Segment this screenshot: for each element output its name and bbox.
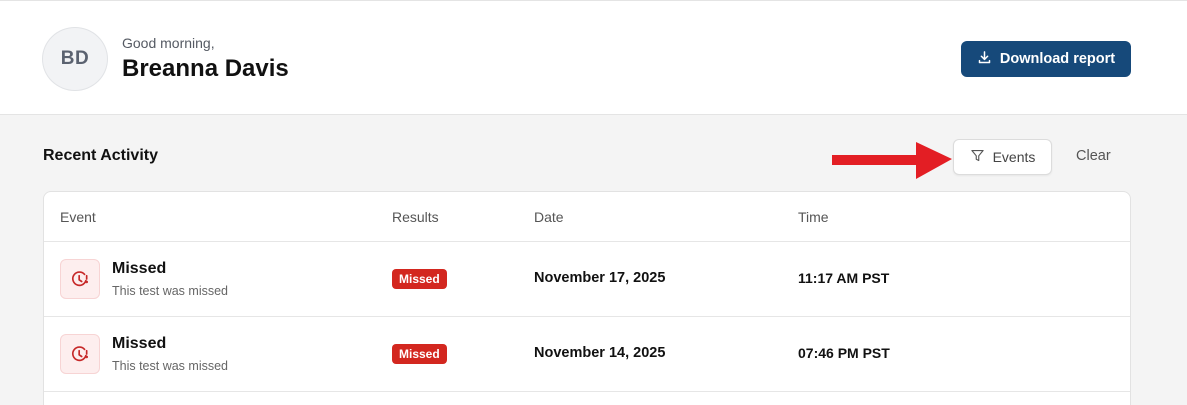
filter-icon	[970, 148, 985, 166]
clock-alert-icon	[60, 334, 100, 374]
event-date: November 14, 2025	[534, 345, 666, 361]
download-report-label: Download report	[999, 51, 1116, 67]
user-name: Breanna Davis	[122, 55, 289, 82]
greeting-text: Good morning,	[122, 35, 215, 51]
column-header-event: Event	[60, 209, 96, 225]
avatar: BD	[42, 27, 108, 91]
status-badge: Missed	[392, 344, 447, 364]
event-time: 11:17 AM PST	[798, 270, 890, 286]
events-filter-button[interactable]: Events	[953, 139, 1052, 175]
events-filter-label: Events	[992, 149, 1036, 165]
table-header: Event Results Date Time	[44, 192, 1130, 242]
event-subtitle: This test was missed	[112, 359, 229, 373]
clock-alert-icon	[60, 259, 100, 299]
page-header: BD Good morning, Breanna Davis Download …	[0, 0, 1187, 115]
table-row[interactable]: Missed This test was missed Missed Novem…	[44, 317, 1130, 392]
event-time: 07:46 PM PST	[798, 345, 890, 361]
section-title: Recent Activity	[43, 147, 158, 164]
column-header-date: Date	[534, 209, 564, 225]
status-badge: Missed	[392, 269, 447, 289]
clear-button[interactable]: Clear	[1076, 148, 1111, 164]
table-row[interactable]: Missed This test was missed Missed Novem…	[44, 242, 1130, 317]
column-header-time: Time	[798, 209, 829, 225]
event-title: Missed	[112, 260, 167, 277]
event-date: November 17, 2025	[534, 270, 666, 286]
download-icon	[977, 50, 992, 69]
annotation-arrow-icon	[832, 142, 952, 179]
event-subtitle: This test was missed	[112, 284, 229, 298]
download-report-button[interactable]: Download report	[961, 41, 1131, 77]
column-header-results: Results	[392, 209, 439, 225]
activity-table: Event Results Date Time Missed This test…	[43, 191, 1131, 405]
event-title: Missed	[112, 335, 167, 352]
